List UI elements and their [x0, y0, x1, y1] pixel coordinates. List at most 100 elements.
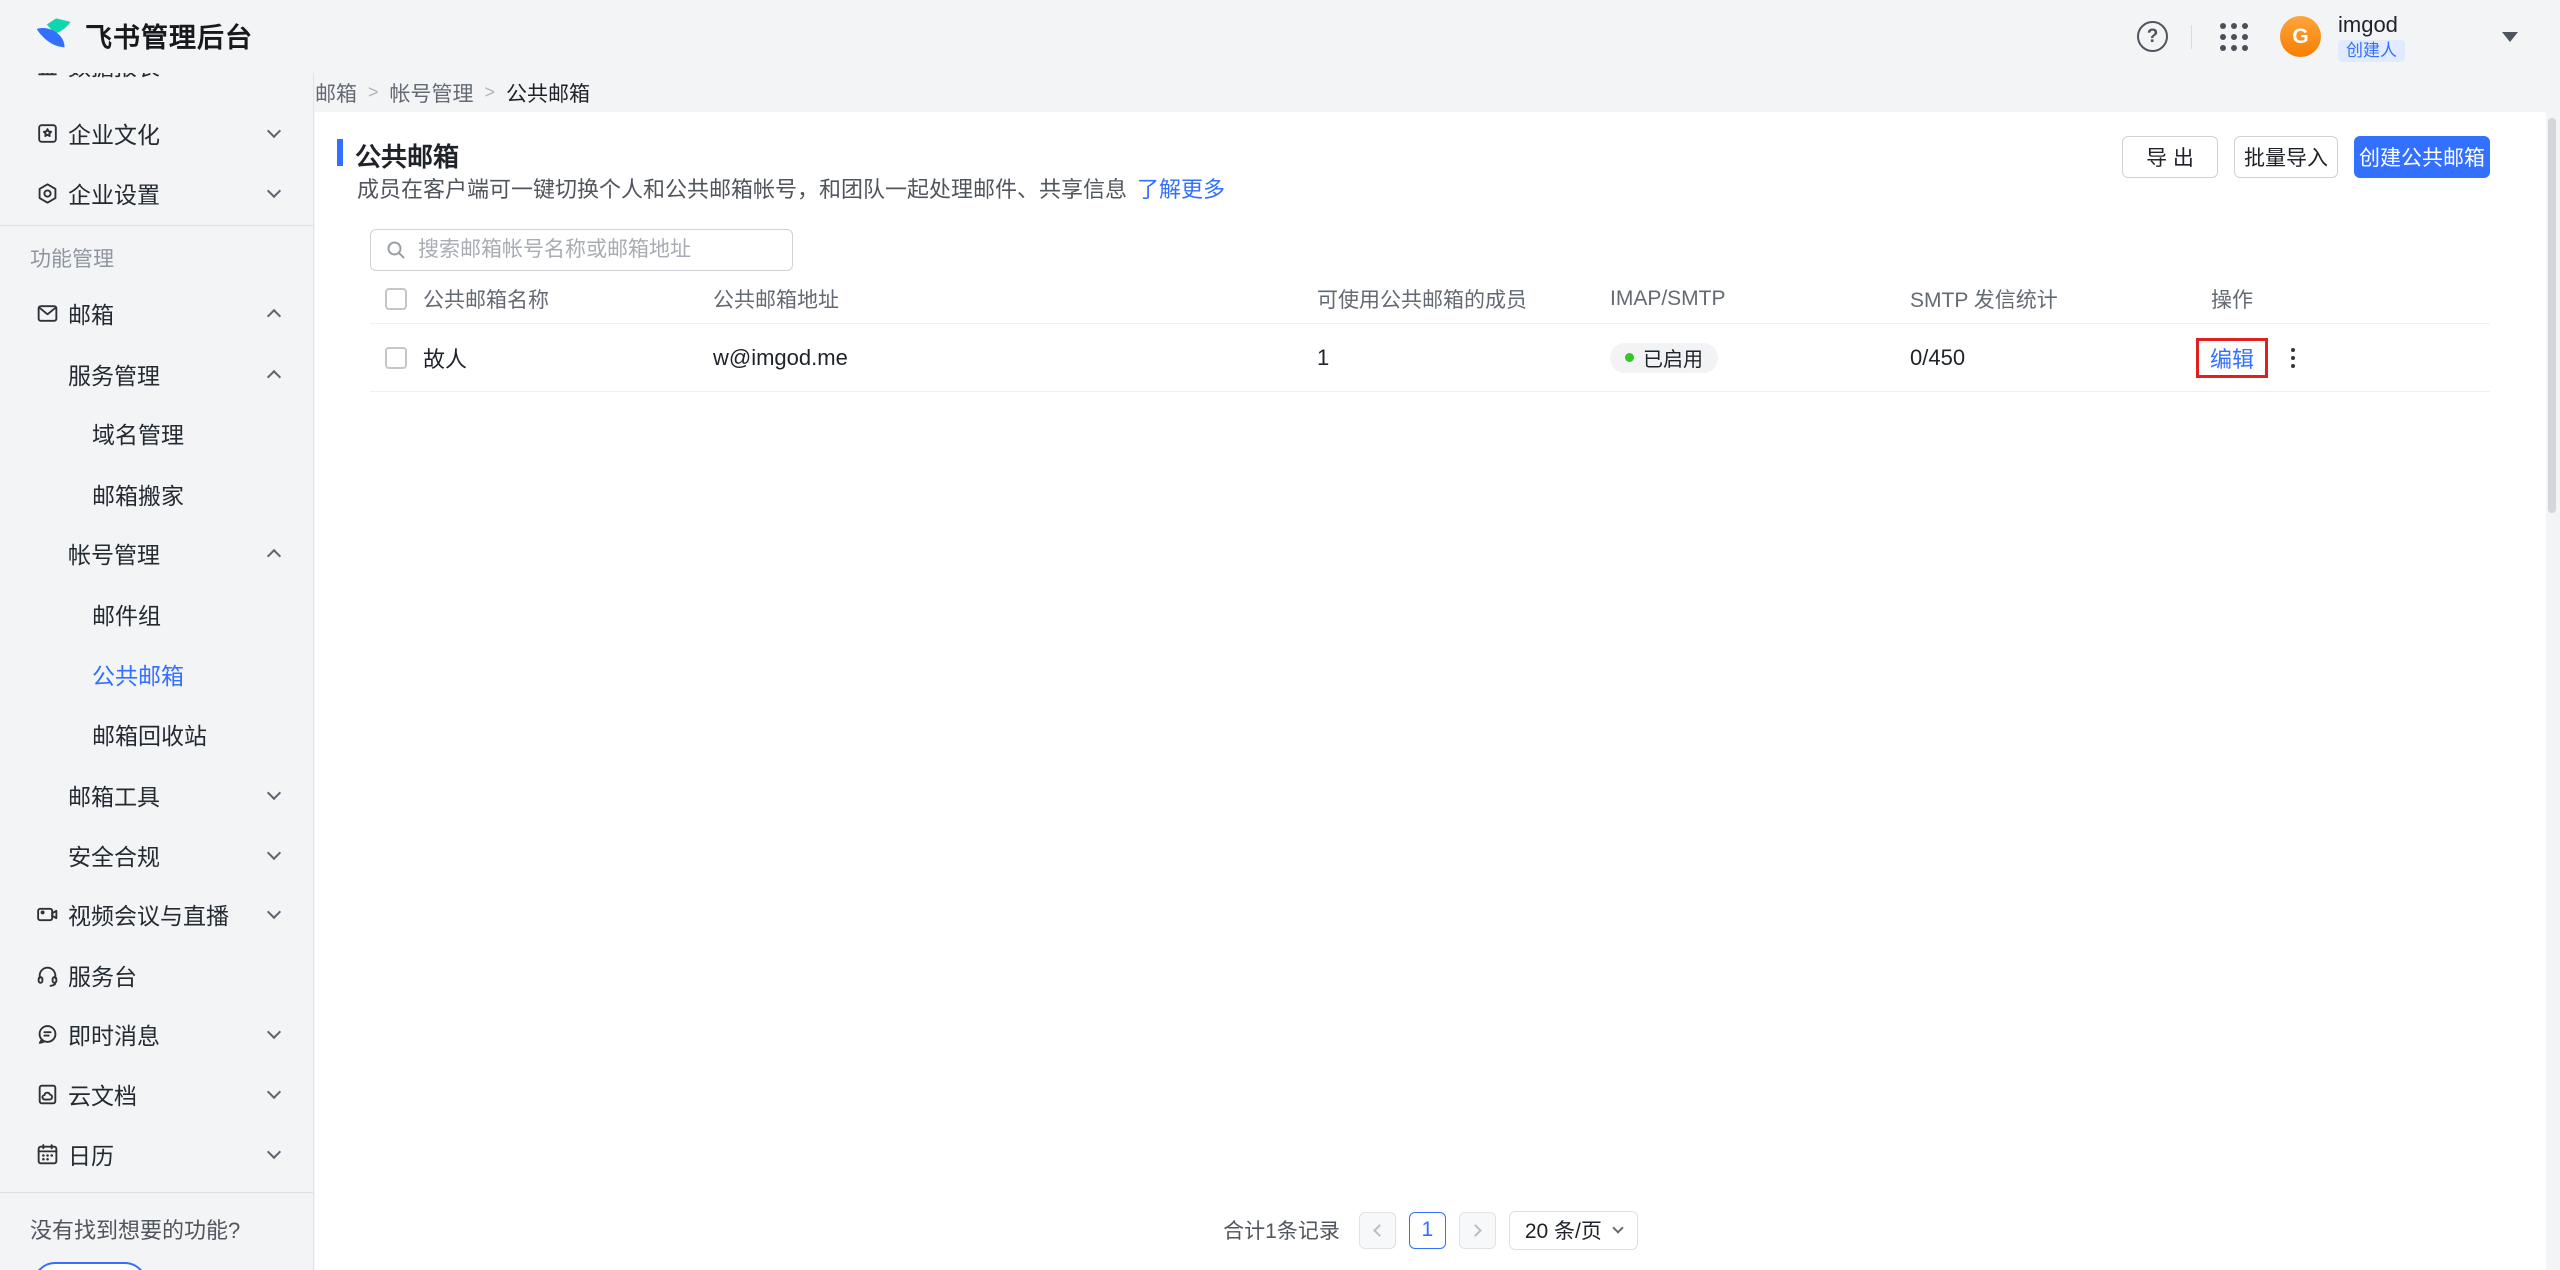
sidebar-item-calendar[interactable]: 日历 — [0, 1124, 313, 1184]
sidebar-item-cloud-docs[interactable]: 云文档 — [0, 1064, 313, 1124]
sidebar-item-label: 邮箱搬家 — [92, 477, 184, 511]
avatar[interactable]: G — [2280, 16, 2321, 57]
chat-bubble-icon — [34, 1021, 60, 1047]
sidebar-item-video-meetings[interactable]: 视频会议与直播 — [0, 884, 313, 944]
chevron-right-icon — [1469, 1224, 1482, 1237]
app-logo[interactable]: 飞书管理后台 — [34, 15, 253, 55]
sidebar-item-domain-management[interactable]: 域名管理 — [0, 403, 313, 463]
sidebar-item-service-management[interactable]: 服务管理 — [0, 344, 313, 404]
sidebar-item-mail-tools[interactable]: 邮箱工具 — [0, 765, 313, 825]
mailbox-address: w@imgod.me — [713, 345, 848, 371]
breadcrumb-separator: > — [368, 82, 379, 103]
search-input[interactable] — [418, 232, 792, 268]
chevron-down-icon — [267, 845, 281, 859]
sidebar-item-label: 企业文化 — [68, 116, 160, 150]
cloud-doc-icon — [34, 1081, 60, 1107]
sidebar-item-data-reports[interactable]: 数据报表 — [0, 73, 313, 95]
topbar: 飞书管理后台 ? G imgod 创建人 — [0, 0, 2560, 73]
page-title: 公共邮箱 — [355, 137, 459, 174]
sidebar-item-public-mailbox[interactable]: 公共邮箱 — [0, 644, 313, 704]
headset-icon — [34, 962, 60, 988]
chevron-down-icon — [267, 904, 281, 918]
sidebar-item-label: 日历 — [68, 1137, 114, 1171]
user-role-badge: 创建人 — [2338, 40, 2405, 62]
user-menu[interactable]: imgod 创建人 — [2338, 11, 2405, 62]
breadcrumb-separator: > — [485, 82, 496, 103]
culture-icon — [34, 120, 60, 146]
sidebar-item-settings[interactable]: 企业设置 — [0, 163, 313, 223]
view-all-features-button[interactable]: 查看全部 — [33, 1262, 147, 1270]
current-page-button[interactable]: 1 — [1409, 1212, 1446, 1249]
divider — [0, 1192, 313, 1193]
learn-more-link[interactable]: 了解更多 — [1137, 177, 1225, 202]
sidebar-item-mail[interactable]: 邮箱 — [0, 283, 313, 343]
page-size-select[interactable]: 20 条/页 — [1509, 1211, 1638, 1250]
sidebar-item-label: 邮箱 — [68, 296, 114, 330]
chevron-down-icon — [267, 1084, 281, 1098]
calendar-icon — [34, 1141, 60, 1167]
sidebar-item-label: 邮箱工具 — [68, 778, 160, 812]
sidebar-item-helpdesk[interactable]: 服务台 — [0, 945, 313, 1005]
divider — [2191, 25, 2192, 49]
video-camera-icon — [34, 901, 60, 927]
sidebar-section-label: 功能管理 — [30, 243, 114, 273]
chevron-down-icon — [267, 1024, 281, 1038]
sidebar-item-label: 帐号管理 — [68, 536, 160, 570]
sidebar-item-messenger[interactable]: 即时消息 — [0, 1004, 313, 1064]
column-header-imap-smtp: IMAP/SMTP — [1610, 287, 1726, 311]
sidebar-item-security-compliance[interactable]: 安全合规 — [0, 825, 313, 885]
more-actions-icon[interactable] — [2278, 340, 2308, 376]
breadcrumb-item-mail[interactable]: 邮箱 — [315, 78, 357, 108]
sidebar-item-mail-groups[interactable]: 邮件组 — [0, 584, 313, 644]
sidebar-item-label: 邮箱回收站 — [92, 717, 207, 751]
next-page-button[interactable] — [1459, 1212, 1496, 1249]
page-description-text: 成员在客户端可一键切换个人和公共邮箱帐号，和团队一起处理邮件、共享信息 — [357, 177, 1127, 202]
title-accent-bar — [337, 139, 343, 166]
settings-icon — [34, 180, 60, 206]
feishu-logo-icon — [34, 15, 74, 55]
create-public-mailbox-button[interactable]: 创建公共邮箱 — [2354, 136, 2490, 178]
scrollbar-thumb[interactable] — [2548, 118, 2556, 513]
chevron-down-icon — [267, 785, 281, 799]
column-header-address: 公共邮箱地址 — [713, 284, 839, 314]
annotation-highlight-box: 编辑 — [2196, 338, 2268, 378]
chevron-down-icon — [267, 183, 281, 197]
help-icon[interactable]: ? — [2137, 21, 2168, 52]
app-title: 飞书管理后台 — [85, 16, 253, 55]
column-header-members: 可使用公共邮箱的成员 — [1317, 284, 1527, 314]
mail-icon — [34, 300, 60, 326]
table-row: 故人 w@imgod.me 1 已启用 0/450 编辑 — [370, 324, 2490, 392]
export-button[interactable]: 导 出 — [2122, 136, 2218, 178]
search-box — [370, 229, 793, 271]
column-header-actions: 操作 — [2211, 284, 2253, 314]
edit-link[interactable]: 编辑 — [2210, 342, 2254, 374]
apps-grid-icon[interactable] — [2216, 19, 2252, 55]
sidebar: 数据报表 企业文化 企业设置 功能管理 邮箱 服务管理 域名管理 邮箱搬家 帐号… — [0, 73, 314, 1270]
chevron-up-icon — [267, 369, 281, 383]
prev-page-button[interactable] — [1359, 1212, 1396, 1249]
sidebar-item-label: 服务管理 — [68, 357, 160, 391]
total-records-label: 合计1条记录 — [1223, 1215, 1340, 1245]
bulk-import-button[interactable]: 批量导入 — [2234, 136, 2338, 178]
chevron-left-icon — [1373, 1224, 1386, 1237]
row-checkbox[interactable] — [385, 347, 407, 369]
header-actions: 导 出 批量导入 创建公共邮箱 — [2122, 136, 2490, 178]
table-header: 公共邮箱名称 公共邮箱地址 可使用公共邮箱的成员 IMAP/SMTP SMTP … — [370, 274, 2490, 324]
sidebar-footer-text: 没有找到想要的功能? — [30, 1213, 240, 1245]
chevron-down-icon — [267, 1144, 281, 1158]
sidebar-item-mailbox-recycle-bin[interactable]: 邮箱回收站 — [0, 704, 313, 764]
sidebar-item-label: 服务台 — [68, 958, 137, 992]
status-text: 已启用 — [1643, 343, 1703, 372]
sidebar-item-label: 企业设置 — [68, 176, 160, 210]
select-all-checkbox[interactable] — [385, 288, 407, 310]
chevron-down-icon[interactable] — [2502, 32, 2518, 42]
sidebar-item-account-management[interactable]: 帐号管理 — [0, 523, 313, 583]
sidebar-item-label: 云文档 — [68, 1077, 137, 1111]
sidebar-item-mailbox-migration[interactable]: 邮箱搬家 — [0, 464, 313, 524]
column-header-smtp-stats: SMTP 发信统计 — [1910, 284, 2058, 314]
sidebar-item-culture[interactable]: 企业文化 — [0, 103, 313, 163]
breadcrumb-item-account-management[interactable]: 帐号管理 — [390, 78, 474, 108]
breadcrumb: 邮箱 > 帐号管理 > 公共邮箱 — [315, 73, 590, 112]
user-name: imgod — [2338, 11, 2405, 38]
column-header-name: 公共邮箱名称 — [423, 284, 549, 314]
